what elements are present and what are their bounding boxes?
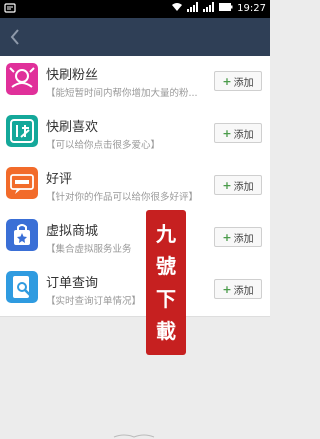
app-header (0, 18, 270, 56)
watermark-char: 下 (156, 286, 176, 311)
plus-icon: + (222, 74, 232, 88)
list-item-virtual-mall[interactable]: 虚拟商城 【集合虚拟服务业务 + 添加 (0, 212, 270, 265)
watermark-char: 九 (156, 222, 176, 247)
plus-icon: + (222, 282, 232, 296)
signal-icon (187, 2, 199, 15)
add-button[interactable]: + 添加 (214, 279, 262, 299)
battery-icon (219, 3, 233, 14)
item-title: 虚拟商城 (46, 224, 99, 239)
add-label: 添加 (233, 181, 254, 193)
item-description: 【可以给你点击很多爱心】 (46, 140, 161, 151)
item-title: 快刷喜欢 (46, 120, 99, 135)
item-description: 【能短暂时间内帮你增加大量的粉... (46, 88, 198, 99)
review-icon (6, 167, 38, 199)
scroll-indicator (113, 434, 155, 438)
clock-time: 19:27 (237, 3, 266, 14)
list-item-review[interactable]: 好评 【针对你的作品可以给你很多好评】 + 添加 (0, 160, 270, 213)
item-description: 【针对你的作品可以给你很多好评】 (46, 192, 199, 203)
plus-icon: + (222, 230, 232, 244)
list-item-likes[interactable]: 快刷喜欢 【可以给你点击很多爱心】 + 添加 (0, 108, 270, 161)
add-label: 添加 (233, 285, 254, 297)
fans-icon (6, 63, 38, 95)
item-title: 好评 (46, 172, 73, 187)
item-title: 快刷粉丝 (46, 68, 99, 83)
add-button[interactable]: + 添加 (214, 175, 262, 195)
notification-icon (4, 2, 16, 17)
status-bar: 19:27 (0, 0, 270, 18)
item-title: 订单查询 (46, 276, 99, 291)
add-label: 添加 (233, 233, 254, 245)
watermark-char: 載 (156, 318, 176, 343)
add-label: 添加 (233, 77, 254, 89)
list-item-order-query[interactable]: 订单查询 【实时查询订单情况】 + 添加 (0, 264, 270, 317)
shopping-bag-icon (6, 219, 38, 251)
list-item-fans[interactable]: 快刷粉丝 【能短暂时间内帮你增加大量的粉... + 添加 (0, 56, 270, 109)
wifi-icon (171, 2, 183, 15)
item-description: 【实时查询订单情况】 (46, 296, 142, 307)
item-description: 【集合虚拟服务业务 (46, 244, 132, 255)
plus-icon: + (222, 178, 232, 192)
order-search-icon (6, 271, 38, 303)
chevron-left-icon[interactable] (8, 27, 22, 47)
add-button[interactable]: + 添加 (214, 123, 262, 143)
watermark-char: 號 (156, 254, 176, 279)
add-button[interactable]: + 添加 (214, 227, 262, 247)
add-label: 添加 (233, 129, 254, 141)
add-button[interactable]: + 添加 (214, 71, 262, 91)
watermark-stamp: 九 號 下 載 (146, 210, 186, 355)
signal-icon-2 (203, 2, 215, 15)
kuai-icon (6, 115, 38, 147)
plus-icon: + (222, 126, 232, 140)
